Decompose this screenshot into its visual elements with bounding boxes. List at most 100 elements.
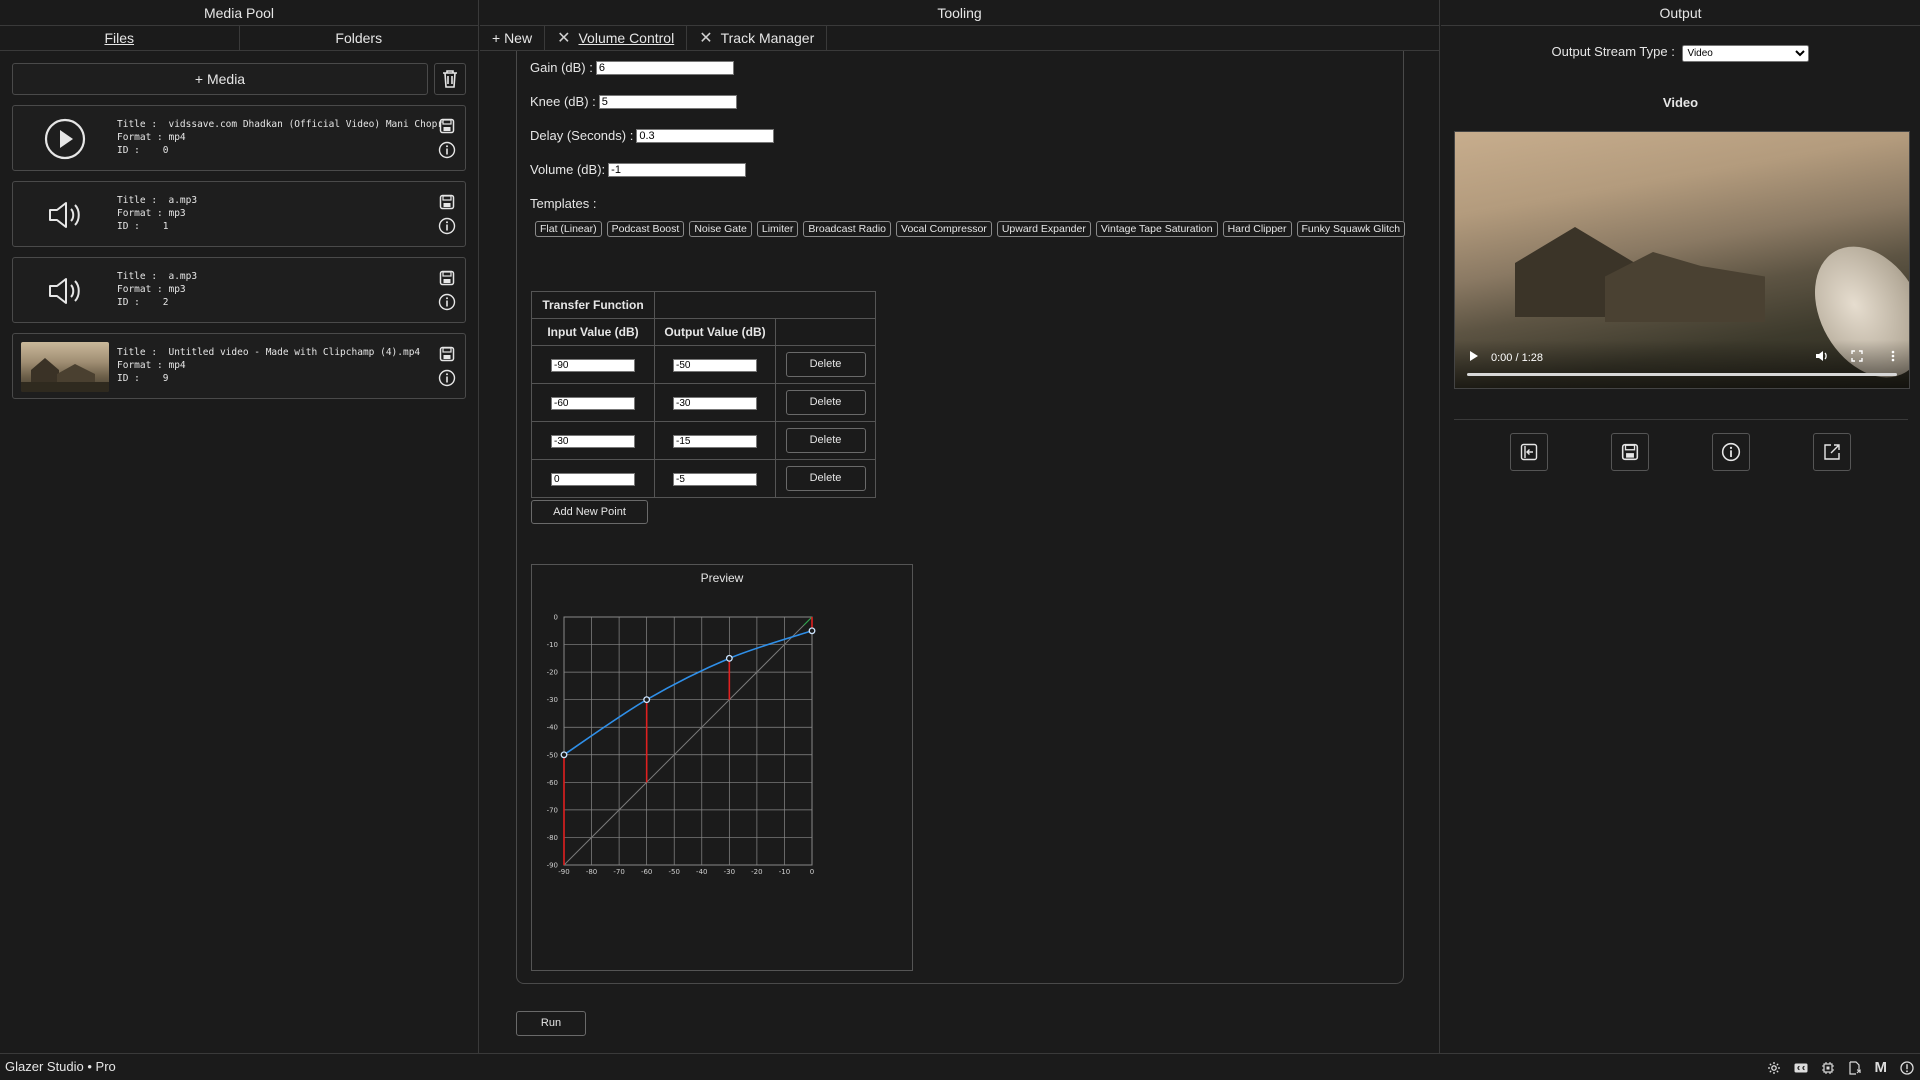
y-tick-label: 0 [554,614,558,622]
delete-point-button[interactable]: Delete [785,352,866,377]
template-flat-linear[interactable]: Flat (Linear) [535,221,602,237]
info-media-button[interactable] [437,140,457,160]
media-pool-pane: Media Pool Files Folders + Media Title :… [0,0,479,1053]
media-format: Format : mp4 [117,132,186,143]
video-progress-bar[interactable] [1467,373,1897,376]
video-player[interactable]: 0:00 / 1:28 [1454,131,1910,389]
open-external-button[interactable] [1813,433,1851,471]
save-media-button[interactable] [437,268,457,288]
volume-control-panel: Gain (dB) : Knee (dB) : Delay (Seconds) … [516,51,1406,984]
info-icon [438,293,456,311]
delay-label: Delay (Seconds) : [530,128,634,143]
info-icon [438,369,456,387]
y-tick-label: -10 [547,641,558,649]
media-item-actions [437,192,457,236]
gain-label: Gain (dB) : [530,60,593,75]
media-id: ID : 2 [117,297,169,308]
close-icon[interactable]: ✕ [557,26,570,51]
tab-new[interactable]: + New [480,26,546,51]
tab-folders[interactable]: Folders [240,26,479,50]
media-title: Title : a.mp3 [117,195,198,206]
template-podcast-boost[interactable]: Podcast Boost [606,221,685,237]
knee-input[interactable] [598,94,737,109]
table-row: Delete [531,383,876,422]
template-vintage-tape-saturation[interactable]: Vintage Tape Saturation [1095,221,1218,237]
col-input-header: Input Value (dB) [531,318,655,346]
tab-volume-control[interactable]: ✕ Volume Control [545,26,688,51]
close-icon[interactable]: ✕ [699,26,712,51]
delete-point-button[interactable]: Delete [785,390,866,415]
save-output-button[interactable] [1611,433,1649,471]
template-hard-clipper[interactable]: Hard Clipper [1222,221,1292,237]
template-noise-gate[interactable]: Noise Gate [689,221,752,237]
y-tick-label: -50 [547,751,558,759]
media-item[interactable]: Title : Untitled video - Made with Clipc… [12,333,466,399]
table-row: Delete [531,459,876,498]
media-format: Format : mp3 [117,208,186,219]
cpu-icon[interactable] [1821,1061,1835,1075]
y-tick-label: -20 [547,669,558,677]
media-actions: + Media [0,51,478,95]
output-pane: Output Output Stream Type : Video Video … [1441,0,1920,1053]
save-media-button[interactable] [437,344,457,364]
preview-panel: Preview -90 -80 -70 -60 -50 -40 -30 -20 -10 0 0 -10… [531,564,913,971]
settings-icon[interactable] [1767,1061,1781,1075]
info-media-button[interactable] [437,216,457,236]
tab-volume-label: Volume Control [578,30,675,46]
template-limiter[interactable]: Limiter [756,221,799,237]
save-media-button[interactable] [437,116,457,136]
play-icon[interactable] [1469,350,1479,365]
delete-media-button[interactable] [434,63,466,95]
media-format: Format : mp3 [117,284,186,295]
media-item[interactable]: Title : a.mp3 Format : mp3 ID : 1 [12,181,466,247]
fullscreen-icon[interactable] [1851,350,1863,365]
add-new-point-button[interactable]: Add New Point [531,500,648,524]
save-media-button[interactable] [437,192,457,212]
add-media-button[interactable]: + Media [12,63,428,95]
output-info-button[interactable] [1712,433,1750,471]
info-media-button[interactable] [437,292,457,312]
input-value-field[interactable] [551,435,635,448]
output-value-field[interactable] [673,473,757,486]
input-value-field[interactable] [551,397,635,410]
tab-files[interactable]: Files [0,26,240,50]
file-export-icon[interactable] [1848,1060,1862,1075]
m-logo-icon[interactable]: M [1875,1059,1888,1076]
output-stream-select[interactable]: Video [1682,45,1810,62]
import-button[interactable] [1510,433,1548,471]
gain-input[interactable] [595,60,734,75]
info-media-button[interactable] [437,368,457,388]
delete-point-button[interactable]: Delete [785,428,866,453]
play-circle-icon [44,118,86,160]
info-icon [438,217,456,235]
output-value-field[interactable] [673,359,757,372]
input-value-field[interactable] [551,473,635,486]
template-vocal-compressor[interactable]: Vocal Compressor [896,221,992,237]
more-options-icon[interactable] [1891,350,1895,365]
delay-input[interactable] [636,128,775,143]
x-tick-label: -50 [669,868,680,876]
output-value-field[interactable] [673,435,757,448]
media-item[interactable]: Title : vidssave.com Dhadkan (Official V… [12,105,466,171]
media-meta: Title : a.mp3 Format : mp3 ID : 1 [117,194,443,233]
sign-in-icon [1520,443,1538,461]
delete-point-button[interactable]: Delete [785,466,866,491]
media-item[interactable]: Title : a.mp3 Format : mp3 ID : 2 [12,257,466,323]
media-thumb [21,266,109,316]
media-item-actions [437,116,457,160]
volume-input[interactable] [608,162,747,177]
alert-icon[interactable] [1900,1060,1914,1075]
template-broadcast-radio[interactable]: Broadcast Radio [803,221,892,237]
volume-icon[interactable] [1815,350,1829,365]
captions-icon[interactable] [1794,1063,1808,1073]
output-value-field[interactable] [673,397,757,410]
template-funky-squawk-glitch[interactable]: Funky Squawk Glitch [1296,221,1406,237]
tab-track-manager[interactable]: ✕ Track Manager [687,26,828,51]
input-value-field[interactable] [551,359,635,372]
table-row: Delete [531,345,876,384]
run-button[interactable]: Run [516,1011,586,1036]
template-upward-expander[interactable]: Upward Expander [996,221,1091,237]
speaker-icon [49,278,80,304]
tooling-title: Tooling [480,0,1439,26]
save-icon [439,118,455,134]
